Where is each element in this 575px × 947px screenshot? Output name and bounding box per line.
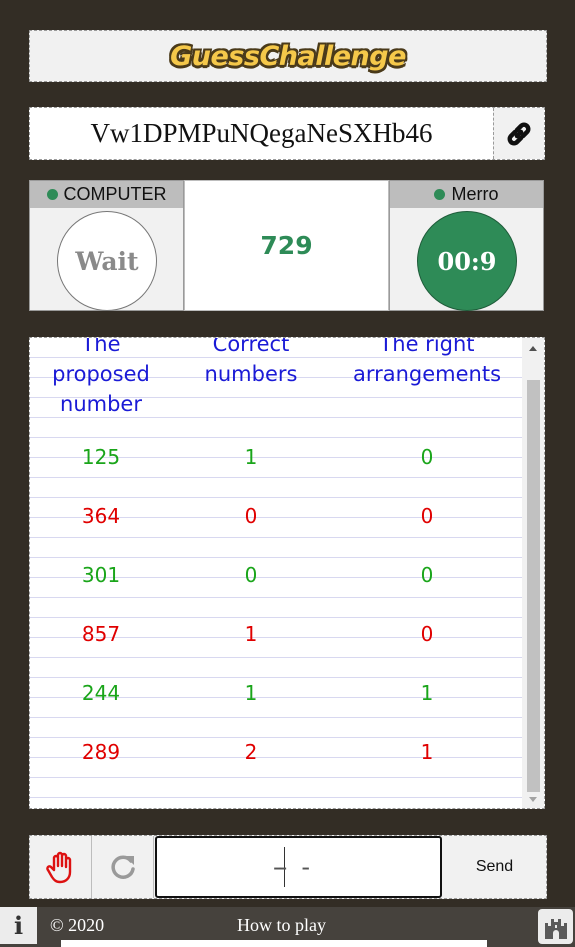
- copy-link-button[interactable]: [493, 108, 544, 159]
- proposed-number-cell: 244: [81, 681, 121, 705]
- table-row: 125 1 0: [30, 445, 523, 475]
- stop-hand-button[interactable]: [30, 836, 92, 898]
- guess-history-table[interactable]: The proposed number Correct numbers The …: [29, 337, 545, 809]
- right-arrangements-cell: 0: [420, 504, 434, 528]
- player-header: Merro: [390, 181, 543, 208]
- player-name: COMPUTER: [63, 184, 167, 204]
- target-number: 729: [260, 231, 313, 260]
- target-number-box: 729: [184, 180, 389, 311]
- right-arrangements-cell: 1: [420, 740, 434, 764]
- scroll-up-arrow-icon[interactable]: [529, 346, 537, 351]
- castle-button[interactable]: [538, 909, 573, 944]
- correct-numbers-cell: 1: [244, 622, 258, 646]
- right-arrangements-cell: 0: [420, 563, 434, 587]
- castle-icon: [544, 918, 567, 939]
- digit-slot-2[interactable]: -: [279, 853, 302, 881]
- right-arrangements-cell: 0: [420, 622, 434, 646]
- app-header: GuessChallenge: [29, 30, 547, 82]
- column-header-proposed-number: The proposed number: [52, 337, 150, 416]
- hand-icon: [45, 851, 71, 884]
- scroll-thumb[interactable]: [527, 380, 540, 792]
- player-header: COMPUTER: [30, 181, 183, 208]
- player-card-merro: Merro 00:9: [389, 180, 544, 311]
- column-header-right-arrangements: The right arrangements: [352, 337, 502, 386]
- right-arrangements-cell: 1: [420, 681, 434, 705]
- retry-icon: [110, 855, 135, 879]
- proposed-number-cell: 364: [81, 504, 121, 528]
- proposed-number-cell: 125: [81, 445, 121, 469]
- player-card-computer: COMPUTER Wait: [29, 180, 184, 311]
- copyright-text: © 2020: [50, 915, 105, 935]
- correct-numbers-cell: 1: [244, 681, 258, 705]
- guess-digit-input[interactable]: - - -: [155, 836, 442, 898]
- app-title: GuessChallenge: [170, 40, 406, 72]
- table-row: 364 0 0: [30, 504, 523, 534]
- correct-numbers-cell: 0: [244, 504, 258, 528]
- right-arrangements-cell: 0: [420, 445, 434, 469]
- correct-numbers-cell: 2: [244, 740, 258, 764]
- player-state-circle: Wait: [57, 211, 157, 311]
- proposed-number-cell: 301: [81, 563, 121, 587]
- table-row: 289 2 1: [30, 740, 523, 770]
- link-icon: [507, 122, 531, 145]
- online-status-dot: [46, 189, 58, 200]
- digit-slot-3[interactable]: -: [301, 853, 324, 881]
- column-header-correct-numbers: Correct numbers: [204, 337, 298, 386]
- proposed-number-cell: 857: [81, 622, 121, 646]
- table-scrollbar[interactable]: [522, 338, 544, 808]
- footer-underline: [61, 940, 487, 947]
- retry-button[interactable]: [92, 836, 154, 898]
- correct-numbers-cell: 0: [244, 563, 258, 587]
- proposed-number-cell: 289: [81, 740, 121, 764]
- correct-numbers-cell: 1: [244, 445, 258, 469]
- online-status-dot: [434, 189, 446, 200]
- info-button[interactable]: i: [0, 907, 37, 944]
- room-bar: Vw1DPMPuNQegaNeSXHb46: [29, 107, 545, 160]
- table-row: 301 0 0: [30, 563, 523, 593]
- send-button[interactable]: Send: [443, 836, 546, 898]
- player-name: Merro: [451, 184, 499, 204]
- scroll-down-arrow-icon[interactable]: [529, 797, 537, 802]
- table-row: 244 1 1: [30, 681, 523, 711]
- table-row: 857 1 0: [30, 622, 523, 652]
- room-code: Vw1DPMPuNQegaNeSXHb46: [90, 118, 433, 148]
- how-to-play-link[interactable]: How to play: [237, 915, 326, 936]
- turn-timer: 00:9: [417, 211, 517, 311]
- guess-input-bar: - - - Send: [29, 835, 547, 899]
